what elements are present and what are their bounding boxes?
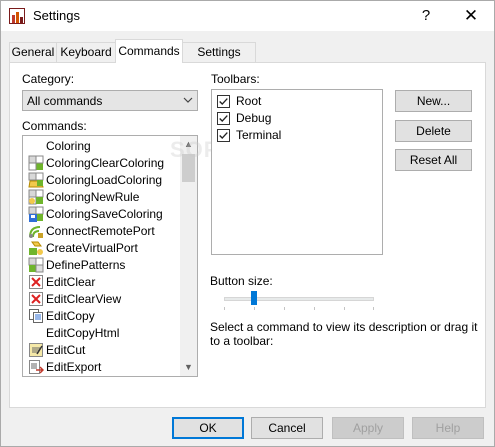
help-title-button[interactable]: ? <box>413 3 439 29</box>
connect-remote-port-icon <box>29 226 43 238</box>
apply-button[interactable]: Apply <box>332 417 404 439</box>
edit-copy-icon <box>29 309 43 323</box>
edit-export-icon <box>29 360 44 374</box>
ok-button[interactable]: OK <box>172 417 244 439</box>
list-item[interactable]: Coloring <box>23 138 181 155</box>
list-item-label: ColoringLoadColoring <box>46 173 163 187</box>
button-size-label: Button size: <box>210 274 273 288</box>
create-virtual-port-icon <box>29 241 43 255</box>
chevron-down-icon <box>183 97 193 103</box>
list-item-label: ColoringSaveColoring <box>46 207 163 221</box>
list-item[interactable]: EditCopyHtml <box>23 325 181 342</box>
list-item-label: Coloring <box>46 139 91 153</box>
category-select[interactable]: All commands <box>22 90 198 111</box>
commands-scrollbar[interactable]: ▲ ▼ <box>180 136 197 376</box>
tab-keyboard[interactable]: Keyboard <box>56 42 116 62</box>
list-item-label: CreateVirtualPort <box>46 241 138 255</box>
command-description: Select a command to view its description… <box>210 320 478 348</box>
close-button[interactable]: ✕ <box>456 3 486 29</box>
checkbox-checked-icon[interactable] <box>217 112 230 125</box>
tab-settings-page[interactable]: Settings Page <box>182 42 256 78</box>
list-item-label: EditExport <box>46 360 102 374</box>
delete-toolbar-button[interactable]: Delete <box>395 120 472 142</box>
tab-general[interactable]: General <box>9 42 57 62</box>
list-item[interactable]: EditCut <box>23 342 181 359</box>
list-item[interactable]: ColoringSaveColoring <box>23 206 181 223</box>
toolbar-item-root[interactable]: Root <box>217 93 377 110</box>
list-item[interactable]: ColoringClearColoring <box>23 155 181 172</box>
list-item-label: EditClear <box>46 275 96 289</box>
tab-commands[interactable]: Commands <box>115 39 183 63</box>
list-item[interactable]: ColoringNewRule <box>23 189 181 206</box>
reset-all-button[interactable]: Reset All <box>395 149 472 171</box>
list-item-label: DefinePatterns <box>46 258 126 272</box>
list-item-label: ConnectRemotePort <box>46 224 155 238</box>
checkbox-checked-icon[interactable] <box>217 95 230 108</box>
new-toolbar-button[interactable]: New... <box>395 90 472 112</box>
cancel-button[interactable]: Cancel <box>251 417 323 439</box>
list-item-label: ColoringClearColoring <box>46 156 165 170</box>
list-item-label: EditClearView <box>46 292 122 306</box>
toolbar-item-label: Terminal <box>236 128 282 142</box>
list-item[interactable]: EditClear <box>23 274 181 291</box>
coloring-new-rule-icon <box>28 189 44 205</box>
toolbars-list[interactable]: Root Debug Terminal <box>211 89 383 255</box>
button-size-slider[interactable] <box>224 297 374 301</box>
edit-clear-icon <box>29 275 43 289</box>
button-size-slider-thumb[interactable] <box>251 291 257 305</box>
coloring-save-icon <box>28 206 44 222</box>
define-patterns-icon <box>28 257 44 273</box>
slider-ticks <box>224 307 374 310</box>
toolbar-item-debug[interactable]: Debug <box>217 110 377 127</box>
list-item-label: EditCopyHtml <box>46 326 120 340</box>
list-item[interactable]: EditExport <box>23 359 181 376</box>
scroll-down-arrow-icon[interactable]: ▼ <box>180 359 197 376</box>
list-item-label: EditCut <box>46 343 86 357</box>
title-bar[interactable]: Settings ? ✕ <box>1 1 494 31</box>
list-item[interactable]: DefinePatterns <box>23 257 181 274</box>
category-label: Category: <box>22 72 75 86</box>
toolbar-item-label: Root <box>236 94 262 108</box>
list-item[interactable]: CreateVirtualPort <box>23 240 181 257</box>
commands-list[interactable]: Coloring ColoringClearColoring ColoringL… <box>22 135 198 377</box>
toolbar-item-terminal[interactable]: Terminal <box>217 127 377 144</box>
app-icon <box>9 8 25 24</box>
toolbar-item-label: Debug <box>236 111 272 125</box>
list-item[interactable]: EditClearView <box>23 291 181 308</box>
checkbox-checked-icon[interactable] <box>217 129 230 142</box>
commands-label: Commands: <box>22 119 87 133</box>
help-button[interactable]: Help <box>412 417 484 439</box>
coloring-clear-icon <box>28 155 44 171</box>
list-item-label: EditCopy <box>46 309 95 323</box>
edit-clear-view-icon <box>29 292 43 306</box>
edit-cut-icon <box>29 343 43 357</box>
category-value: All commands <box>27 94 103 108</box>
list-item[interactable]: ColoringLoadColoring <box>23 172 181 189</box>
list-item[interactable]: EditCopy <box>23 308 181 325</box>
coloring-load-icon <box>28 172 44 188</box>
list-item-label: ColoringNewRule <box>46 190 140 204</box>
window-title: Settings <box>33 8 80 23</box>
list-item[interactable]: ConnectRemotePort <box>23 223 181 240</box>
toolbars-label: Toolbars: <box>211 72 260 86</box>
